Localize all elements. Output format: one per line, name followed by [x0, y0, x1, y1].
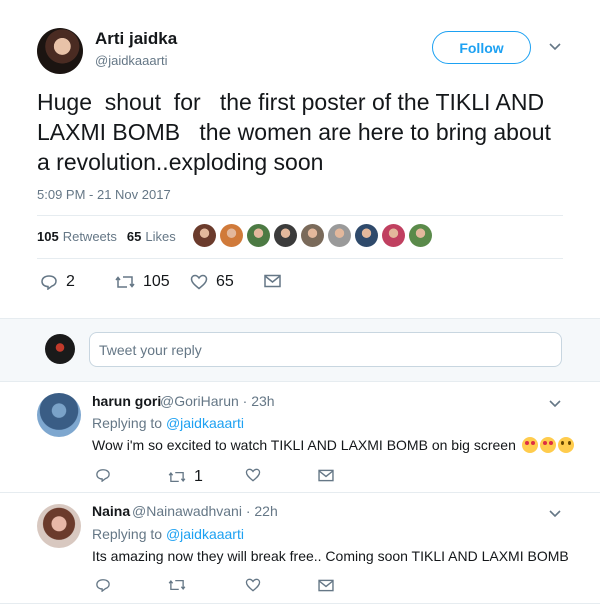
liker-avatar[interactable]: [274, 224, 297, 247]
divider: [0, 603, 600, 604]
retweet-button[interactable]: [168, 578, 186, 592]
divider: [37, 215, 563, 216]
reply-icon: [96, 579, 110, 592]
envelope-icon: [264, 274, 281, 288]
liker-avatar[interactable]: [382, 224, 405, 247]
reply-count: 2: [66, 273, 75, 290]
divider: [37, 258, 563, 259]
reply-button[interactable]: 2: [40, 273, 75, 291]
replying-to-line: Replying to @jaidkaaarti: [92, 415, 244, 431]
heart-icon: [245, 468, 261, 482]
direct-message-button[interactable]: [318, 469, 334, 482]
tweet-text: Huge shout for the first poster of the T…: [37, 89, 558, 175]
follow-button[interactable]: Follow: [432, 31, 531, 64]
envelope-icon: [318, 579, 334, 592]
liker-avatar[interactable]: [355, 224, 378, 247]
reply-icon: [41, 275, 57, 290]
reply-button[interactable]: [95, 468, 111, 482]
liker-avatars: [193, 224, 436, 247]
envelope-icon: [318, 469, 334, 482]
tweet-timestamp[interactable]: 5:09 PM - 21 Nov 2017: [37, 187, 171, 202]
like-count: 65: [216, 273, 234, 290]
retweet-icon: [168, 579, 186, 591]
reply-author-handle[interactable]: @GoriHarun · 23h: [160, 393, 275, 409]
retweet-button[interactable]: 105: [115, 273, 170, 291]
liker-avatar[interactable]: [247, 224, 270, 247]
chevron-down-icon[interactable]: [547, 508, 563, 520]
replying-to-prefix: Replying to: [92, 415, 163, 431]
liker-avatar[interactable]: [328, 224, 351, 247]
tweet-stats: 105 Retweets 65 Likes: [37, 229, 186, 244]
retweet-count: 1: [194, 468, 203, 485]
liker-avatar[interactable]: [301, 224, 324, 247]
like-button[interactable]: [245, 578, 261, 592]
replying-to-link[interactable]: @jaidkaaarti: [166, 526, 244, 542]
reply-author-name[interactable]: Naina: [92, 503, 130, 519]
main-tweet: Arti jaidka @jaidkaaarti Follow Huge sho…: [0, 0, 600, 318]
liker-avatar[interactable]: [409, 224, 432, 247]
retweet-icon: [115, 276, 135, 288]
retweets-stat[interactable]: 105 Retweets: [37, 229, 117, 244]
likes-stat[interactable]: 65 Likes: [127, 229, 176, 244]
reply-author-handle[interactable]: @Nainawadhvani · 22h: [132, 503, 278, 519]
liker-avatar[interactable]: [193, 224, 216, 247]
reply-author-name[interactable]: harun gori: [92, 393, 161, 409]
chevron-down-icon[interactable]: [547, 398, 563, 410]
current-user-avatar: [45, 334, 75, 364]
likes-count: 65: [126, 229, 142, 244]
reply-tweet[interactable]: Naina @Nainawadhvani · 22h Replying to @…: [0, 493, 600, 609]
retweet-icon: [168, 471, 186, 483]
reply-text-line: Wow i'm so excited to watch TIKLI AND LA…: [92, 437, 574, 453]
author-username[interactable]: @jaidkaaarti: [95, 53, 167, 68]
retweets-count: 105: [37, 229, 59, 244]
reply-text: Wow i'm so excited to watch TIKLI AND LA…: [92, 437, 516, 453]
like-button[interactable]: 65: [190, 273, 234, 291]
avatar[interactable]: [37, 393, 81, 437]
direct-message-button[interactable]: [318, 579, 334, 592]
replying-to-line: Replying to @jaidkaaarti: [92, 526, 244, 542]
retweets-label: Retweets: [62, 229, 117, 244]
reply-icon: [96, 469, 110, 482]
heart-icon: [245, 578, 261, 592]
heart-icon: [190, 274, 208, 290]
chevron-down-icon[interactable]: [547, 41, 563, 53]
retweet-count: 105: [143, 273, 170, 290]
liker-avatar[interactable]: [220, 224, 243, 247]
like-button[interactable]: [245, 468, 261, 482]
reply-tweet[interactable]: harun gori @GoriHarun · 23h Replying to …: [0, 383, 600, 492]
reply-button[interactable]: [95, 578, 111, 592]
smile-emoji-icon: [557, 437, 574, 453]
reply-text: Its amazing now they will break free.. C…: [92, 548, 569, 564]
tweet-reply-input[interactable]: [89, 332, 562, 367]
retweet-button[interactable]: 1: [168, 468, 203, 486]
replying-to-prefix: Replying to: [92, 526, 163, 542]
heart-eyes-emoji-icon: [539, 437, 556, 453]
author-display-name[interactable]: Arti jaidka: [95, 29, 177, 49]
likes-label: Likes: [145, 229, 176, 244]
direct-message-button[interactable]: [264, 274, 281, 288]
heart-eyes-emoji-icon: [521, 437, 538, 453]
avatar[interactable]: [37, 504, 81, 548]
avatar[interactable]: [37, 28, 83, 74]
replying-to-link[interactable]: @jaidkaaarti: [166, 415, 244, 431]
